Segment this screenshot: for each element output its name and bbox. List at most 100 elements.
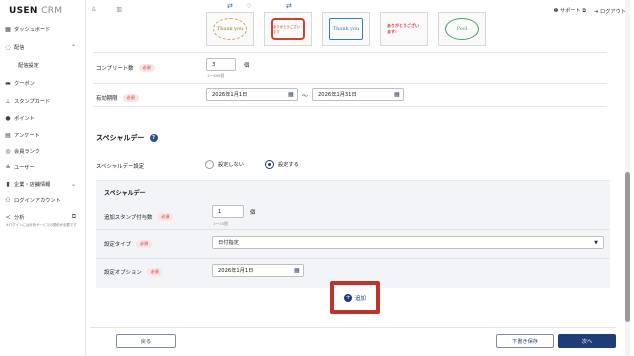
add-stamp-input[interactable]: 1	[212, 205, 244, 218]
stamp-image[interactable]: Thank you	[206, 12, 254, 46]
stampcard-icon: ⊥	[5, 97, 11, 105]
add-button-highlight: + 追加	[330, 281, 380, 314]
sidebar-item-dashboard[interactable]: ▦ ダッシュボード	[4, 22, 82, 36]
add-stamp-label: 追加スタンプ付与数 必須	[104, 213, 174, 221]
field-label: 設定タイプ	[104, 242, 131, 248]
stamp-image[interactable]: ありがとうございます!	[380, 12, 428, 46]
calendar-icon[interactable]: ▦	[288, 91, 294, 98]
period-start-input[interactable]: 2026年1月1日	[206, 88, 298, 101]
setting-option-date-input[interactable]: 2026年1月1日	[212, 264, 304, 277]
stamp-text: Pool	[445, 18, 479, 40]
sidebar: USEN CRM ▦ ダッシュボード ◌ 配信 ⌃ 配信設定 ▬ クーポン ⊥ …	[0, 0, 86, 356]
add-button-label: 追加	[355, 295, 366, 302]
swap-icon[interactable]: ⇄	[286, 2, 292, 10]
stamp-text: Thank you	[213, 18, 247, 40]
swap-icon[interactable]: ⇄	[227, 2, 233, 10]
stamp-text: ありがとうございます	[271, 18, 305, 40]
complete-count-hint: 1〜999個	[207, 73, 225, 78]
unit-label: 個	[244, 63, 250, 69]
coupon-icon: ▬	[5, 79, 11, 87]
stamp-image[interactable]: ありがとうございます	[264, 12, 312, 46]
sidebar-item-survey[interactable]: ▤ アンケート	[4, 128, 82, 142]
special-day-panel	[96, 180, 610, 288]
stamp-image[interactable]: Thank you	[322, 12, 370, 46]
period-start-value: 2026年1月1日	[212, 92, 248, 98]
section-title-text: スペシャルデー	[96, 134, 145, 142]
sidebar-item-label: ログインアカウント	[14, 197, 61, 204]
stamp-image[interactable]: Pool	[438, 12, 486, 46]
stamp-image-list: Thank you ありがとうございます Thank you ありがとうございま…	[206, 12, 486, 52]
select-value: 日付指定	[218, 240, 239, 246]
sidebar-item-label: ダッシュボード	[14, 26, 51, 33]
field-label: 設定オプション	[104, 270, 142, 276]
divider	[96, 229, 610, 230]
caret-down-icon: ▼	[594, 239, 598, 246]
field-label: 追加スタンプ付与数	[104, 215, 153, 221]
radio-label: 設定しない	[218, 162, 244, 168]
sidebar-item-store[interactable]: ▮ 企業・店舗情報 ⌄	[4, 177, 82, 191]
sidebar-item-rank[interactable]: ◎ 会員ランク	[4, 144, 82, 158]
divider	[93, 106, 607, 107]
store-icon: ▮	[6, 180, 10, 188]
period-separator: 〜	[302, 93, 309, 100]
setting-type-label: 設定タイプ 必須	[104, 240, 152, 248]
setting-option-label: 設定オプション 必須	[104, 268, 163, 276]
add-stamp-hint: 1〜10個	[213, 221, 228, 226]
sidebar-item-label: 配信	[14, 44, 25, 51]
radio-set[interactable]: 設定する	[265, 160, 299, 169]
radio-label: 設定する	[278, 162, 299, 168]
user-icon: ≗	[5, 163, 11, 171]
sidebar-item-label: アンケート	[14, 132, 40, 139]
sidebar-item-stampcard[interactable]: ⊥ スタンプカード	[4, 94, 82, 108]
required-badge: 必須	[138, 64, 155, 72]
sidebar-item-user[interactable]: ≗ ユーザー	[4, 160, 82, 174]
sidebar-item-label: 企業・店舗情報	[14, 181, 51, 188]
sidebar-item-broadcast-settings[interactable]: 配信設定	[4, 58, 82, 72]
required-badge: 必須	[135, 240, 152, 248]
calendar-icon[interactable]: ▦	[294, 267, 300, 274]
field-label: 有効期限	[96, 96, 118, 102]
period-end-input[interactable]: 2026年1月31日	[312, 88, 404, 101]
radio-circle-selected	[265, 160, 274, 169]
complete-count-input[interactable]: 3	[206, 58, 236, 71]
sidebar-item-label: ポイント	[14, 115, 35, 122]
field-label: コンプリート数	[96, 66, 134, 72]
account-icon: ⚇	[5, 196, 11, 204]
divider	[93, 52, 607, 53]
add-button[interactable]: + 追加	[344, 293, 366, 302]
sidebar-item-label: ユーザー	[14, 164, 35, 171]
sidebar-item-account[interactable]: ⚇ ログインアカウント	[4, 193, 82, 207]
calendar-icon[interactable]: ▦	[394, 91, 400, 98]
sidebar-item-broadcast[interactable]: ◌ 配信 ⌃	[4, 40, 82, 54]
back-button[interactable]: 戻る	[116, 334, 176, 348]
sidebar-item-coupon[interactable]: ▬ クーポン	[4, 76, 82, 90]
scrollbar-thumb[interactable]	[625, 172, 630, 322]
sidebar-item-label: 分析	[14, 214, 25, 221]
next-button[interactable]: 次へ	[558, 334, 616, 348]
required-badge: 必須	[122, 94, 139, 102]
radio-no-setting[interactable]: 設定しない	[205, 160, 244, 169]
divider	[96, 258, 610, 259]
sidebar-item-analytics[interactable]: ≺ 分析 ⧉	[4, 210, 82, 224]
setting-option-date-value: 2026年1月1日	[218, 268, 254, 274]
sidebar-item-point[interactable]: ● ポイント	[4, 111, 82, 125]
rank-icon: ◎	[5, 147, 11, 155]
survey-icon: ▤	[5, 131, 11, 139]
divider	[93, 83, 607, 84]
chevron-down-icon: ⌄	[70, 180, 76, 188]
period-label: 有効期限 必須	[96, 94, 139, 102]
sidebar-item-label: 会員ランク	[14, 148, 40, 155]
point-icon: ●	[5, 114, 11, 122]
unit-label: 個	[250, 210, 256, 216]
help-icon[interactable]: ?	[149, 134, 158, 142]
radio-circle	[205, 160, 214, 169]
heart-icon: ♡	[246, 3, 252, 10]
setting-type-select[interactable]: 日付指定 ▼	[212, 236, 604, 249]
save-draft-button[interactable]: 下書き保存	[496, 334, 554, 348]
dashboard-icon: ▦	[5, 25, 11, 33]
special-day-setting-label: スペシャルデー設定	[96, 164, 145, 170]
special-day-title: スペシャルデー ?	[96, 133, 158, 143]
complete-count-label: コンプリート数 必須	[96, 64, 155, 72]
broadcast-icon: ◌	[5, 43, 11, 51]
brand-logo[interactable]: USEN CRM	[9, 6, 62, 16]
